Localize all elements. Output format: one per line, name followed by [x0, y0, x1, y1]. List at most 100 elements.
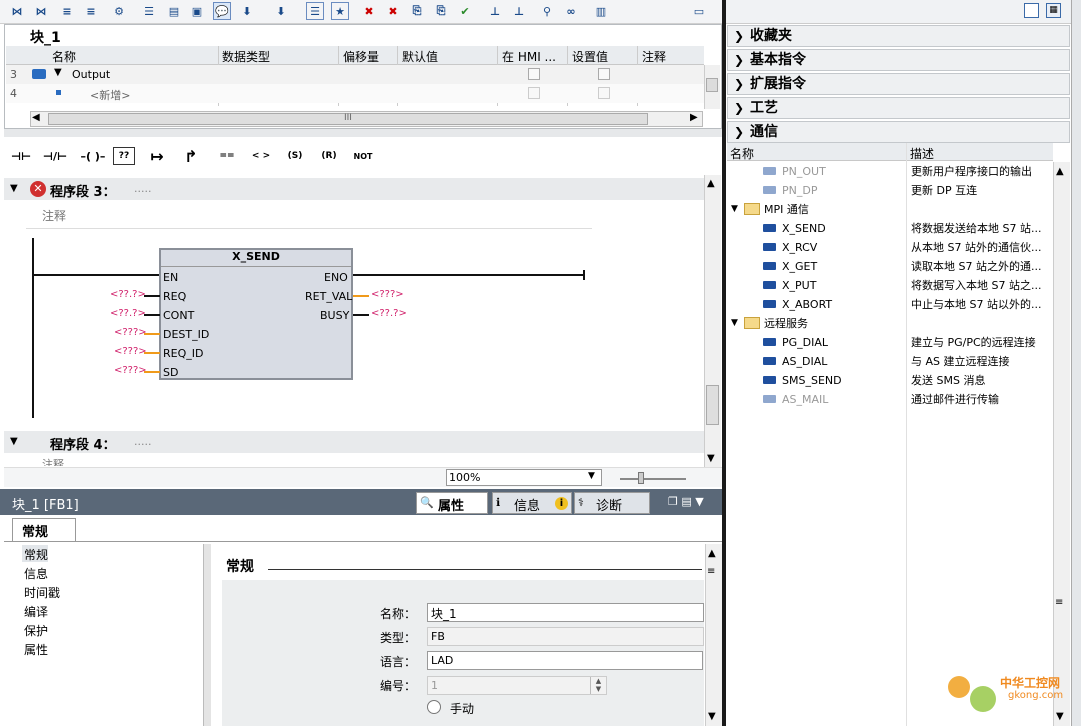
instruction-row[interactable]: X_GET 读取本地 S7 站之外的通... — [727, 257, 1074, 276]
instruction-row[interactable]: X_RCV 从本地 S7 站外的通信伙... — [727, 238, 1074, 257]
scroll-right-icon[interactable]: ▶ — [690, 112, 698, 123]
empty-box-icon[interactable]: ?? — [113, 147, 135, 165]
panel-icon[interactable]: ▭ — [690, 2, 708, 20]
nav-info[interactable]: 信息 — [24, 565, 48, 582]
hmi-checkbox[interactable] — [528, 68, 540, 80]
reset-coil-icon[interactable]: (R) — [314, 146, 344, 166]
absolute-operands-icon[interactable]: ⚙ — [110, 2, 128, 20]
favorites-icon[interactable]: ★ — [331, 2, 349, 20]
cont-operand[interactable]: <??.?> — [110, 308, 146, 319]
open-branch-icon[interactable]: ↦ — [144, 146, 170, 166]
instruction-row[interactable]: X_SEND 将数据发送给本地 S7 站... — [727, 219, 1074, 238]
instruction-row[interactable]: X_PUT 将数据写入本地 S7 站之... — [727, 276, 1074, 295]
scroll-thumb[interactable] — [706, 385, 719, 425]
collapse-network-icon[interactable]: ▼ — [10, 436, 18, 447]
collapse-icon[interactable]: ▣ — [188, 2, 206, 20]
scroll-up-icon[interactable]: ▲ — [708, 548, 716, 559]
scroll-up-icon[interactable]: ▲ — [1056, 166, 1064, 177]
category-basic[interactable]: ❯ 基本指令 — [727, 49, 1070, 71]
network4-comment[interactable]: 注释 — [42, 456, 64, 466]
sd-operand[interactable]: <???> — [114, 365, 147, 376]
insert-branch-icon[interactable]: ≡ — [58, 2, 76, 20]
check-icon[interactable]: ✔ — [456, 2, 474, 20]
name-field[interactable] — [427, 603, 704, 622]
layout-icon[interactable] — [1024, 3, 1039, 18]
category-communication[interactable]: ❯ 通信 — [727, 121, 1070, 143]
dest-id-operand[interactable]: <???> — [114, 327, 147, 338]
category-favorites[interactable]: ❯ 收藏夹 — [727, 25, 1070, 47]
splitter[interactable] — [4, 129, 722, 137]
scroll-grip-icon[interactable]: ≡ — [1055, 597, 1063, 608]
list-icon[interactable]: ☰ — [306, 2, 324, 20]
zoom-slider-thumb[interactable] — [638, 472, 644, 484]
grid-icon[interactable]: ▦ — [1046, 3, 1061, 18]
instruction-row[interactable]: PG_DIAL 建立与 PG/PC的远程连接 — [727, 333, 1074, 352]
step-icon[interactable]: ⊥ — [486, 2, 504, 20]
comment-icon[interactable]: 💬 — [213, 2, 231, 20]
instruction-row[interactable]: PN_DP 更新 DP 互连 — [727, 181, 1074, 200]
instruction-row[interactable]: AS_MAIL 通过邮件进行传输 — [727, 390, 1074, 409]
goto-error-icon[interactable]: ✖ — [360, 2, 378, 20]
nav-general[interactable]: 常规 — [24, 546, 48, 563]
probe-icon[interactable]: ⚲ — [538, 2, 556, 20]
category-technology[interactable]: ❯ 工艺 — [727, 97, 1070, 119]
scroll-grip-icon[interactable]: ≡ — [707, 566, 715, 577]
scroll-left-icon[interactable]: ◀ — [32, 112, 40, 123]
delete-network-icon[interactable]: ⋈ — [32, 2, 50, 20]
language-field[interactable] — [427, 651, 703, 670]
zoom-slider[interactable] — [620, 478, 686, 480]
compare-icon[interactable]: ⎘ — [408, 2, 426, 20]
nav-divider[interactable] — [203, 544, 211, 726]
network-list-icon[interactable]: ☰ — [140, 2, 158, 20]
setval-checkbox[interactable] — [598, 68, 610, 80]
next-error-icon[interactable]: ✖ — [384, 2, 402, 20]
compare-ne-icon[interactable]: < > — [248, 146, 274, 166]
not-icon[interactable]: NOT — [348, 146, 378, 166]
req-operand[interactable]: <??.?> — [110, 289, 146, 300]
manual-radio[interactable] — [427, 700, 441, 714]
monitor-icon[interactable]: ⬇ — [272, 2, 290, 20]
ret-val-operand[interactable]: <???> — [371, 289, 404, 300]
scroll-up-icon[interactable]: ▲ — [707, 178, 715, 189]
instruction-row[interactable]: X_ABORT 中止与本地 S7 站以外的... — [727, 295, 1074, 314]
nc-contact-icon[interactable]: ⊣/⊢ — [42, 146, 68, 166]
scroll-down-icon[interactable]: ▼ — [708, 711, 716, 722]
insert-network-icon[interactable]: ⋈ — [8, 2, 26, 20]
setval-checkbox[interactable] — [598, 87, 610, 99]
instruction-row[interactable]: PN_OUT 更新用户程序接口的输出 — [727, 162, 1074, 181]
coil-icon[interactable]: –( )– — [76, 146, 110, 166]
branch-icon[interactable]: ⊥ — [510, 2, 528, 20]
glasses-icon[interactable]: ∞ — [562, 2, 580, 20]
copy-icon[interactable]: ⎘ — [432, 2, 450, 20]
scroll-down-icon[interactable]: ▼ — [1056, 711, 1064, 722]
scroll-thumb[interactable] — [706, 78, 718, 92]
set-coil-icon[interactable]: (S) — [280, 146, 310, 166]
chevron-down-icon[interactable]: ▼ — [731, 314, 738, 333]
chevron-down-icon[interactable]: ▼ — [731, 200, 738, 219]
req-id-operand[interactable]: <???> — [114, 346, 147, 357]
scroll-down-icon[interactable]: ▼ — [707, 453, 715, 464]
nav-attributes[interactable]: 属性 — [24, 641, 48, 658]
window-icon[interactable]: ▤ — [165, 2, 183, 20]
number-field[interactable] — [427, 676, 607, 695]
close-branch-icon[interactable]: ≡ — [82, 2, 100, 20]
network3-comment[interactable]: 注释 — [42, 207, 66, 224]
folder-row[interactable]: ▼ 远程服务 — [727, 314, 1074, 333]
hmi-checkbox[interactable] — [528, 87, 540, 99]
compare-eq-icon[interactable]: == — [214, 146, 240, 166]
block-icon[interactable]: ▥ — [592, 2, 610, 20]
instruction-row[interactable]: SMS_SEND 发送 SMS 消息 — [727, 371, 1074, 390]
instruction-row[interactable]: AS_DIAL 与 AS 建立远程连接 — [727, 352, 1074, 371]
folder-row[interactable]: ▼ MPI 通信 — [727, 200, 1074, 219]
nav-protection[interactable]: 保护 — [24, 622, 48, 639]
number-stepper[interactable]: ▲ ▼ — [590, 677, 606, 694]
download-icon[interactable]: ⬇ — [238, 2, 256, 20]
nav-timestamps[interactable]: 时间戳 — [24, 584, 60, 601]
close-branch-icon[interactable]: ↱ — [178, 146, 204, 166]
category-extended[interactable]: ❯ 扩展指令 — [727, 73, 1070, 95]
collapse-network-icon[interactable]: ▼ — [10, 183, 18, 194]
chevron-down-icon[interactable]: ▼ — [588, 471, 595, 481]
no-contact-icon[interactable]: ⊣⊢ — [8, 146, 34, 166]
busy-operand[interactable]: <??.?> — [371, 308, 407, 319]
nav-compile[interactable]: 编译 — [24, 603, 48, 620]
